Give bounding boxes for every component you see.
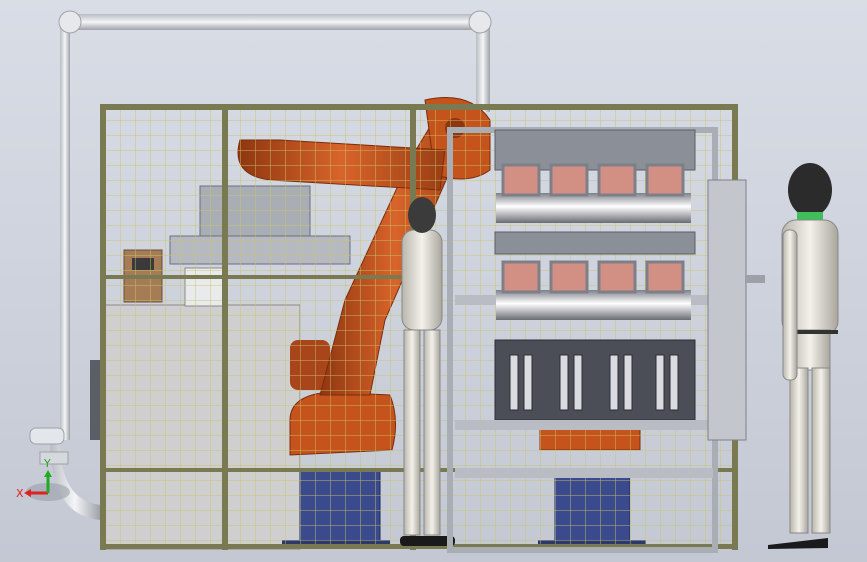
y-axis-label: Y xyxy=(43,457,51,470)
x-axis-label: X xyxy=(16,487,24,500)
cad-scene: X Y xyxy=(16,10,839,553)
cad-viewport[interactable]: X Y xyxy=(0,0,867,562)
operator-figure-outside xyxy=(768,163,839,549)
